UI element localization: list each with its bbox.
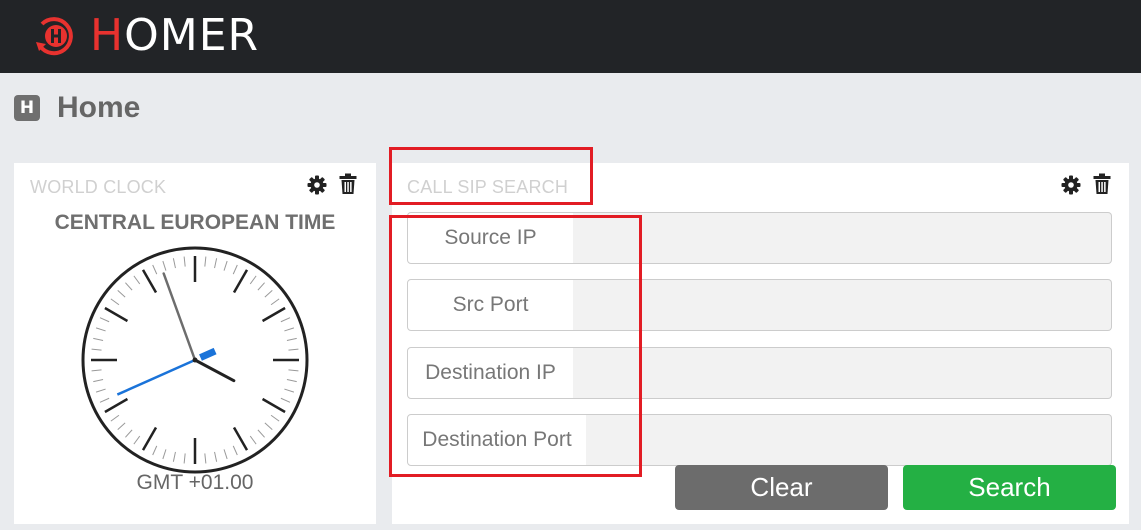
destination-ip-input[interactable] [573,347,1112,399]
page-title: Home [57,91,141,124]
clock-zone-name: CENTRAL EUROPEAN TIME [54,211,336,234]
trash-icon[interactable] [1093,173,1113,195]
analog-clock [81,246,309,474]
home-icon-letter: H [19,98,35,118]
home-icon: H [14,95,40,121]
trash-icon[interactable] [339,173,359,195]
widget-title: WORLD CLOCK [30,177,167,197]
homer-logo-icon [36,17,73,56]
source-ip-input[interactable] [573,212,1112,264]
highlight-box-title [389,147,593,205]
breadcrumb: H Home [14,91,141,124]
brand-first-letter: H [90,10,125,61]
gear-icon[interactable] [307,175,327,197]
clock-offset: GMT +01.00 [136,471,254,494]
src-port-input[interactable] [573,279,1112,331]
brand-name: HOMER [90,14,259,58]
top-navbar: HOMER [0,0,1141,73]
destination-port-input[interactable] [586,414,1112,466]
search-button[interactable]: Search [903,465,1116,510]
world-clock-widget: WORLD CLOCK CENTRAL EUROPEAN TIME GMT +0… [14,163,376,524]
gear-icon[interactable] [1061,175,1081,197]
homer-logo[interactable]: HOMER [34,14,259,58]
brand-rest: OMER [124,10,260,61]
clear-button[interactable]: Clear [675,465,888,510]
highlight-box-field-labels [389,215,642,477]
